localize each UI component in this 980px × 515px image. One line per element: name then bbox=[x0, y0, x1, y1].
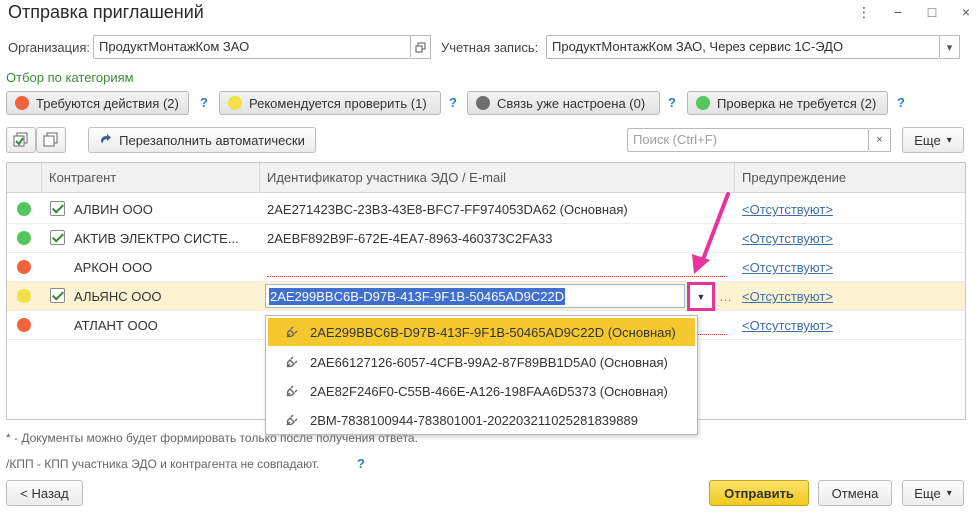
back-button[interactable]: < Назад bbox=[6, 480, 83, 506]
chevron-down-icon: ▾ bbox=[946, 134, 952, 146]
window-title: Отправка приглашений bbox=[8, 2, 204, 22]
table-row[interactable]: АЛВИН ООО 2AE271423BC-23B3-43E8-BFC7-FF9… bbox=[7, 195, 965, 224]
minimize-icon[interactable]: − bbox=[890, 4, 906, 21]
status-green-icon bbox=[17, 231, 31, 245]
table-row-selected[interactable]: АЛЬЯНС ООО 2AE299BBC6B-D97B-413F-9F1B-50… bbox=[7, 282, 965, 311]
status-red-icon bbox=[15, 96, 29, 110]
status-red-icon bbox=[17, 318, 31, 332]
close-icon[interactable]: × bbox=[958, 4, 974, 21]
warning-link[interactable]: <Отсутствуют> bbox=[742, 289, 833, 304]
refill-button[interactable]: Перезаполнить автоматически bbox=[88, 127, 316, 153]
toolbar-more-button[interactable]: Еще ▾ bbox=[902, 127, 964, 153]
filter-title: Отбор по категориям bbox=[6, 70, 134, 85]
status-red-icon bbox=[17, 260, 31, 274]
help-icon[interactable]: ? bbox=[668, 95, 676, 110]
chevron-down-icon: ▾ bbox=[946, 41, 953, 54]
row-checkbox[interactable] bbox=[50, 288, 65, 303]
close-icon: × bbox=[876, 134, 883, 146]
warning-link[interactable]: <Отсутствуют> bbox=[742, 260, 833, 275]
header-contractor[interactable]: Контрагент bbox=[49, 170, 116, 185]
row-checkbox[interactable] bbox=[50, 230, 65, 245]
chevron-down-icon: ▼ bbox=[696, 291, 706, 302]
help-icon[interactable]: ? bbox=[897, 95, 905, 110]
warning-link[interactable]: <Отсутствуют> bbox=[742, 202, 833, 217]
identifier-dropdown-button[interactable]: ▼ bbox=[687, 282, 715, 311]
status-green-icon bbox=[17, 202, 31, 216]
help-icon[interactable]: ? bbox=[357, 456, 365, 471]
category-no-check-needed[interactable]: Проверка не требуется (2) bbox=[687, 91, 888, 115]
chevron-down-icon: ▾ bbox=[946, 487, 952, 499]
check-all-button[interactable] bbox=[6, 127, 36, 153]
header-warning[interactable]: Предупреждение bbox=[742, 170, 846, 185]
cancel-button[interactable]: Отмена bbox=[818, 480, 892, 506]
account-label: Учетная запись: bbox=[441, 40, 539, 55]
warning-link[interactable]: <Отсутствуют> bbox=[742, 318, 833, 333]
send-button[interactable]: Отправить bbox=[709, 480, 809, 506]
header-identifier[interactable]: Идентификатор участника ЭДО / E-mail bbox=[267, 170, 506, 185]
open-icon bbox=[415, 42, 426, 52]
account-dropdown-button[interactable]: ▾ bbox=[940, 35, 960, 59]
account-field[interactable]: ПродуктМонтажКом ЗАО, Через сервис 1С-ЭД… bbox=[546, 35, 940, 59]
org-field[interactable]: ПродуктМонтажКом ЗАО bbox=[93, 35, 411, 59]
check-all-icon bbox=[13, 132, 28, 147]
category-actions-required[interactable]: Требуются действия (2) bbox=[6, 91, 189, 115]
clear-search-button[interactable]: × bbox=[869, 128, 891, 152]
help-icon[interactable]: ? bbox=[449, 95, 457, 110]
status-yellow-icon bbox=[228, 96, 242, 110]
footnote-documents: * - Документы можно будет формировать то… bbox=[6, 431, 418, 445]
status-gray-icon bbox=[476, 96, 490, 110]
dropdown-item[interactable]: 2AE66127126-6057-4CFB-99A2-87F89BB1D5A0 … bbox=[268, 348, 695, 376]
row-checkbox[interactable] bbox=[50, 201, 65, 216]
warning-link[interactable]: <Отсутствуют> bbox=[742, 231, 833, 246]
uncheck-all-icon bbox=[43, 132, 58, 147]
plug-icon bbox=[286, 326, 298, 338]
identifier-dropdown-list: 2AE299BBC6B-D97B-413F-9F1B-50465AD9C22D … bbox=[265, 315, 698, 435]
dropdown-item[interactable]: 2AE82F246F0-C55B-466E-A126-198FAA6D5373 … bbox=[268, 377, 695, 405]
dropdown-item[interactable]: 2BM-7838100944-783801001-202203211025281… bbox=[268, 406, 695, 434]
maximize-icon[interactable]: □ bbox=[924, 4, 940, 21]
open-org-button[interactable] bbox=[411, 35, 431, 59]
plug-icon bbox=[286, 385, 298, 397]
category-already-linked[interactable]: Связь уже настроена (0) bbox=[467, 91, 660, 115]
org-label: Организация: bbox=[8, 40, 91, 55]
plug-icon bbox=[286, 356, 298, 368]
footer-more-button[interactable]: Еще ▾ bbox=[902, 480, 964, 506]
table-row[interactable]: АКТИВ ЭЛЕКТРО СИСТЕ... 2AEBF892B9F-672E-… bbox=[7, 224, 965, 253]
table-header: Контрагент Идентификатор участника ЭДО /… bbox=[7, 163, 965, 193]
footnote-kpp: /КПП - КПП участника ЭДО и контрагента н… bbox=[6, 457, 320, 471]
category-recommended-check[interactable]: Рекомендуется проверить (1) bbox=[219, 91, 441, 115]
status-yellow-icon bbox=[17, 289, 31, 303]
refill-icon bbox=[101, 134, 112, 143]
more-icon[interactable]: ⋮ bbox=[856, 4, 872, 21]
status-green-icon bbox=[696, 96, 710, 110]
window-controls: ⋮ − □ × bbox=[856, 4, 974, 21]
identifier-edit-field[interactable]: 2AE299BBC6B-D97B-413F-9F1B-50465AD9C22D bbox=[265, 284, 685, 308]
search-input[interactable]: Поиск (Ctrl+F) bbox=[627, 128, 869, 152]
plug-icon bbox=[286, 414, 298, 426]
annotation-arrow bbox=[692, 192, 730, 274]
uncheck-all-button[interactable] bbox=[36, 127, 66, 153]
table-row[interactable]: АРКОН ООО <Отсутствуют> bbox=[7, 253, 965, 282]
help-icon[interactable]: ? bbox=[200, 95, 208, 110]
dropdown-item[interactable]: 2AE299BBC6B-D97B-413F-9F1B-50465AD9C22D … bbox=[268, 318, 695, 346]
